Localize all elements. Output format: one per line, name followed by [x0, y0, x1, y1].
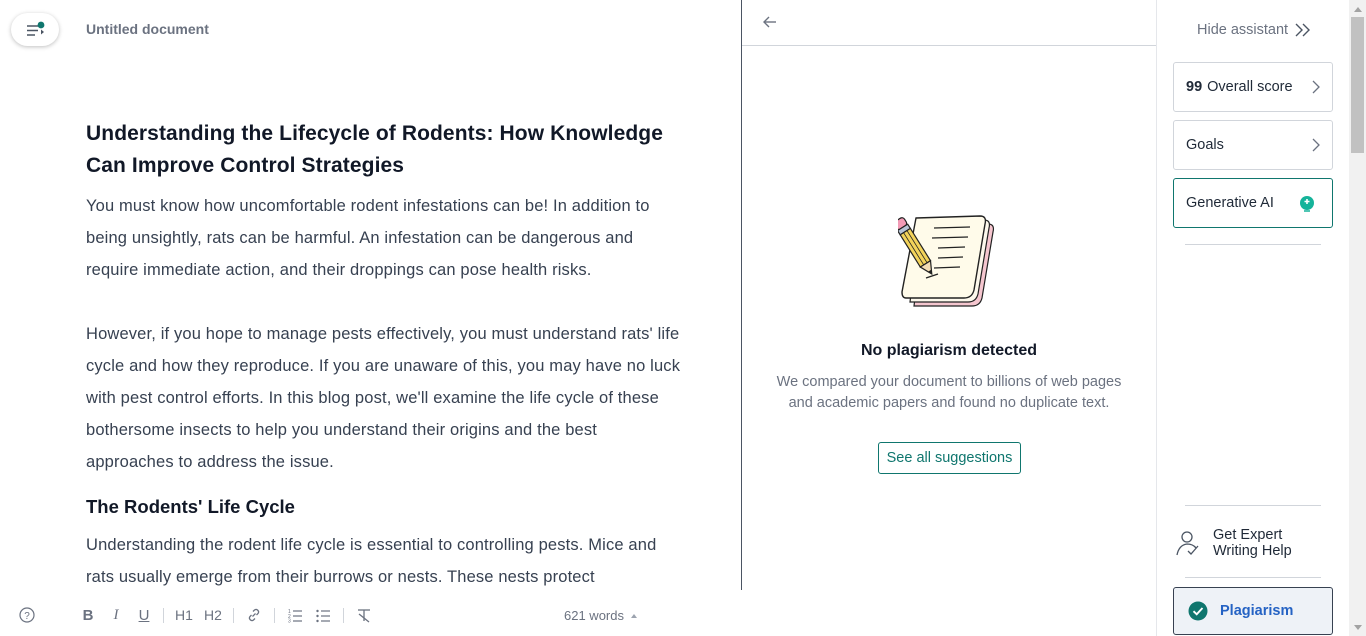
bullet-list-button[interactable] [313, 600, 333, 630]
plagiarism-button[interactable]: Plagiarism [1173, 587, 1333, 635]
link-button[interactable] [244, 600, 264, 630]
bold-button[interactable]: B [78, 600, 98, 630]
scroll-up-arrow-icon [1353, 6, 1362, 12]
menu-icon [27, 21, 45, 36]
no-plagiarism-description: We compared your document to billions of… [776, 374, 1122, 411]
check-circle-icon [1188, 601, 1208, 621]
heading1-button[interactable]: H1 [174, 600, 194, 630]
lightbulb-icon [1300, 196, 1314, 212]
numbered-list-button[interactable]: 1 2 3 [285, 600, 305, 630]
toolbar-divider [343, 608, 344, 623]
generative-ai-label: Generative AI [1186, 195, 1274, 211]
numbered-list-icon: 1 2 3 [288, 609, 302, 624]
paragraph-1[interactable]: You must know how uncomfortable rodent i… [86, 190, 686, 286]
expert-writing-help-label: Get Expert Writing Help [1213, 527, 1292, 559]
generative-ai-card[interactable]: Generative AI [1173, 178, 1333, 228]
help-icon: ? [19, 607, 35, 623]
document-heading[interactable]: Understanding the Lifecycle of Rodents: … [86, 118, 686, 182]
clear-formatting-icon [358, 609, 370, 623]
section-heading[interactable]: The Rodents' Life Cycle [86, 494, 686, 520]
scroll-down-arrow-icon [1353, 624, 1362, 630]
sidebar-separator [1185, 505, 1321, 506]
double-chevron-right-icon [1295, 23, 1311, 37]
toolbar-divider [163, 608, 164, 623]
arrow-left-icon [763, 16, 776, 28]
scroll-up-button[interactable] [1349, 0, 1366, 17]
underline-button[interactable]: U [134, 600, 154, 630]
goals-card[interactable]: Goals [1173, 120, 1333, 170]
bullet-list-icon [316, 609, 330, 623]
app-window: Untitled document Understanding the Life… [0, 0, 1366, 636]
document-body[interactable]: Understanding the Lifecycle of Rodents: … [86, 118, 686, 593]
clear-formatting-button[interactable] [354, 600, 374, 630]
toolbar-divider [274, 608, 275, 623]
document-pencil-illustration [898, 215, 995, 307]
caret-up-icon [630, 614, 637, 618]
scroll-down-button[interactable] [1349, 619, 1366, 636]
sidebar-separator [1185, 244, 1321, 245]
word-count-label: 621 words [564, 608, 624, 623]
word-count[interactable]: 621 words [564, 608, 638, 623]
menu-button[interactable] [11, 13, 59, 46]
overall-score-label: Overall score [1207, 79, 1293, 95]
editor-pane: Untitled document Understanding the Life… [0, 0, 741, 636]
svg-text:?: ? [24, 611, 30, 622]
paragraph-3[interactable]: Understanding the rodent life cycle is e… [86, 529, 686, 593]
scroll-thumb[interactable] [1351, 17, 1364, 153]
back-button[interactable] [760, 12, 780, 32]
vertical-scrollbar[interactable] [1349, 0, 1366, 636]
no-plagiarism-title: No plagiarism detected [860, 342, 1038, 359]
link-icon [248, 608, 260, 622]
paragraph-2[interactable]: However, if you hope to manage pests eff… [86, 318, 686, 478]
see-all-suggestions-button[interactable]: See all suggestions [878, 442, 1021, 474]
svg-text:3: 3 [288, 619, 291, 624]
toolbar-divider [233, 608, 234, 623]
overall-score-value: 99 [1186, 79, 1203, 95]
hide-assistant-label: Hide assistant [1197, 22, 1289, 38]
plagiarism-label: Plagiarism [1220, 603, 1294, 619]
formatting-toolbar: ? B I U H1 H2 1 2 3 621 words [0, 600, 741, 636]
heading2-button[interactable]: H2 [202, 600, 224, 630]
sidebar-separator [1185, 577, 1321, 578]
document-title[interactable]: Untitled document [86, 21, 209, 37]
plagiarism-panel: No plagiarism detected We compared your … [742, 0, 1156, 636]
overall-score-card[interactable]: 99 Overall score [1173, 62, 1333, 112]
help-button[interactable]: ? [17, 600, 37, 630]
chevron-right-icon [1312, 80, 1320, 94]
goals-label: Goals [1186, 137, 1224, 153]
chevron-right-icon [1312, 138, 1320, 152]
hide-assistant-button[interactable]: Hide assistant [1197, 22, 1312, 38]
assistant-sidebar: Hide assistant 99 Overall score Goals Ge… [1157, 0, 1349, 636]
panel-header [742, 0, 1156, 46]
expert-writing-help-button[interactable]: Get Expert Writing Help [1173, 520, 1333, 566]
expert-person-icon [1176, 531, 1199, 556]
italic-button[interactable]: I [106, 600, 126, 630]
